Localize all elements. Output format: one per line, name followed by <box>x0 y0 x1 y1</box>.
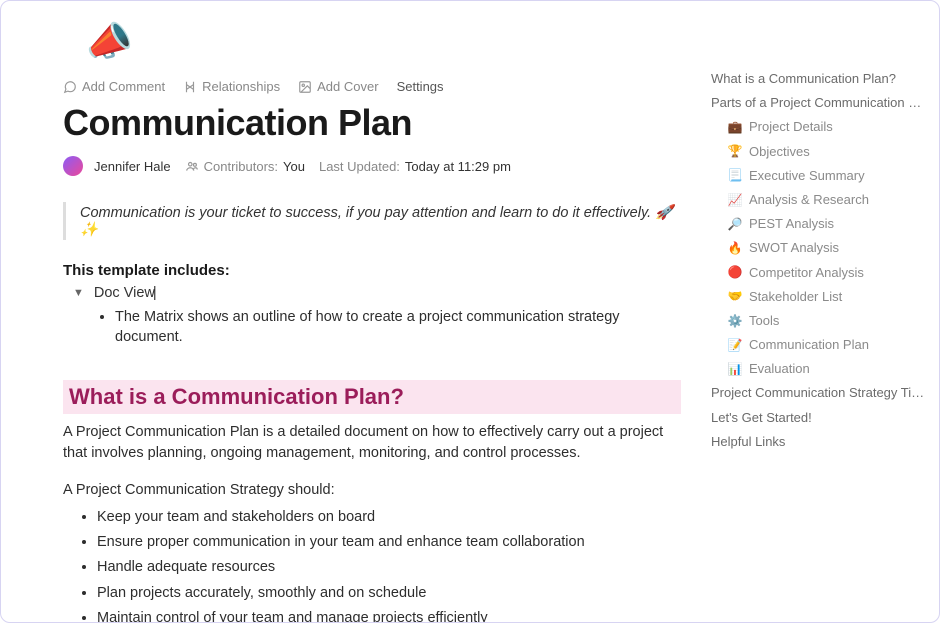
toolbar-label: Add Comment <box>82 79 165 94</box>
section-lead[interactable]: A Project Communication Strategy should: <box>63 480 681 501</box>
comment-icon <box>63 80 77 94</box>
add-cover-button[interactable]: Add Cover <box>298 79 378 94</box>
toc-emoji-icon: 📃 <box>727 167 743 184</box>
toc-sub-item[interactable]: ⚙️ Tools <box>711 309 925 333</box>
image-icon <box>298 80 312 94</box>
toc-emoji-icon: 🔴 <box>727 264 743 281</box>
megaphone-icon[interactable]: 📣 <box>82 17 136 69</box>
toolbar-label: Relationships <box>202 79 280 94</box>
toc-sub-label: Analysis & Research <box>749 191 869 209</box>
quote-block[interactable]: Communication is your ticket to success,… <box>63 202 681 240</box>
page-toolbar: Add Comment Relationships Add Cover Sett… <box>63 79 681 94</box>
toc-emoji-icon: 📈 <box>727 192 743 209</box>
toc-sub-label: Evaluation <box>749 360 810 378</box>
toggle-body-text: The Matrix shows an outline of how to cr… <box>115 307 681 348</box>
contributors-label: Contributors: <box>204 159 278 174</box>
toc-sub-item[interactable]: 🔥 SWOT Analysis <box>711 236 925 260</box>
document-page: 📣 Add Comment Relationships Add Cover <box>0 0 940 623</box>
people-icon <box>185 159 199 173</box>
strategy-bullet-list[interactable]: Keep your team and stakeholders on board… <box>63 505 681 622</box>
toc-emoji-icon: 🔥 <box>727 240 743 257</box>
toggle-body[interactable]: The Matrix shows an outline of how to cr… <box>63 307 681 348</box>
section-heading[interactable]: What is a Communication Plan? <box>63 380 681 414</box>
toc-sub-item[interactable]: 🔎 PEST Analysis <box>711 212 925 236</box>
toc-sub-label: PEST Analysis <box>749 215 834 233</box>
includes-heading[interactable]: This template includes: <box>63 262 681 279</box>
toc-emoji-icon: 📊 <box>727 361 743 378</box>
last-updated-label: Last Updated: <box>319 159 400 174</box>
toc-item[interactable]: Project Communication Strategy Tips! <box>711 381 925 405</box>
toc-emoji-icon: ⚙️ <box>727 313 743 330</box>
page-title[interactable]: Communication Plan <box>63 102 681 144</box>
toc-sub-label: Stakeholder List <box>749 288 842 306</box>
toc-sub-label: Objectives <box>749 143 810 161</box>
toc-sub-label: Project Details <box>749 118 833 136</box>
toc-item[interactable]: Helpful Links <box>711 430 925 454</box>
toolbar-label: Settings <box>397 79 444 94</box>
relationships-button[interactable]: Relationships <box>183 79 280 94</box>
relations-icon <box>183 80 197 94</box>
contributors-value: You <box>283 159 305 174</box>
list-item[interactable]: Ensure proper communication in your team… <box>97 530 681 555</box>
toolbar-label: Add Cover <box>317 79 378 94</box>
toc-emoji-icon: 🤝 <box>727 288 743 305</box>
section-paragraph[interactable]: A Project Communication Plan is a detail… <box>63 422 681 464</box>
list-item[interactable]: Maintain control of your team and manage… <box>97 606 681 622</box>
quote-text: Communication is your ticket to success,… <box>80 205 673 238</box>
toc-sub-label: Executive Summary <box>749 167 865 185</box>
toc-emoji-icon: 🏆 <box>727 143 743 160</box>
author-field[interactable]: Jennifer Hale <box>63 156 171 176</box>
toc-emoji-icon: 📝 <box>727 337 743 354</box>
toc-item[interactable]: What is a Communication Plan? <box>711 67 925 91</box>
list-item[interactable]: Handle adequate resources <box>97 555 681 580</box>
meta-row: Jennifer Hale Contributors: You Last Upd… <box>63 156 681 176</box>
page-icon-wrapper: 📣 <box>63 21 681 65</box>
table-of-contents: What is a Communication Plan?Parts of a … <box>711 1 939 622</box>
toc-item[interactable]: Parts of a Project Communication St... <box>711 91 925 115</box>
settings-button[interactable]: Settings <box>397 79 444 94</box>
toc-sub-item[interactable]: 📈 Analysis & Research <box>711 188 925 212</box>
main-content: 📣 Add Comment Relationships Add Cover <box>1 1 711 622</box>
list-item[interactable]: Keep your team and stakeholders on board <box>97 505 681 530</box>
avatar <box>63 156 83 176</box>
toc-sub-item[interactable]: 🔴 Competitor Analysis <box>711 261 925 285</box>
toggle-label: Doc View <box>94 285 157 301</box>
toc-sub-item[interactable]: 📃 Executive Summary <box>711 164 925 188</box>
toc-sub-item[interactable]: 📝 Communication Plan <box>711 333 925 357</box>
caret-down-icon: ▼ <box>73 287 84 299</box>
toc-sub-label: SWOT Analysis <box>749 239 839 257</box>
toggle-docview[interactable]: ▼ Doc View <box>63 285 681 301</box>
contributors-field[interactable]: Contributors: You <box>185 159 305 174</box>
toc-sub-item[interactable]: 📊 Evaluation <box>711 357 925 381</box>
toc-sub-label: Tools <box>749 312 779 330</box>
last-updated-value: Today at 11:29 pm <box>405 159 511 174</box>
author-name: Jennifer Hale <box>94 159 171 174</box>
toc-sub-label: Competitor Analysis <box>749 264 864 282</box>
add-comment-button[interactable]: Add Comment <box>63 79 165 94</box>
toc-sub-item[interactable]: 💼 Project Details <box>711 115 925 139</box>
toc-sub-label: Communication Plan <box>749 336 869 354</box>
toc-emoji-icon: 💼 <box>727 119 743 136</box>
list-item[interactable]: Plan projects accurately, smoothly and o… <box>97 581 681 606</box>
toc-sub-item[interactable]: 🤝 Stakeholder List <box>711 285 925 309</box>
last-updated-field: Last Updated: Today at 11:29 pm <box>319 159 511 174</box>
toc-item[interactable]: Let's Get Started! <box>711 406 925 430</box>
toc-sub-item[interactable]: 🏆 Objectives <box>711 140 925 164</box>
toc-emoji-icon: 🔎 <box>727 216 743 233</box>
